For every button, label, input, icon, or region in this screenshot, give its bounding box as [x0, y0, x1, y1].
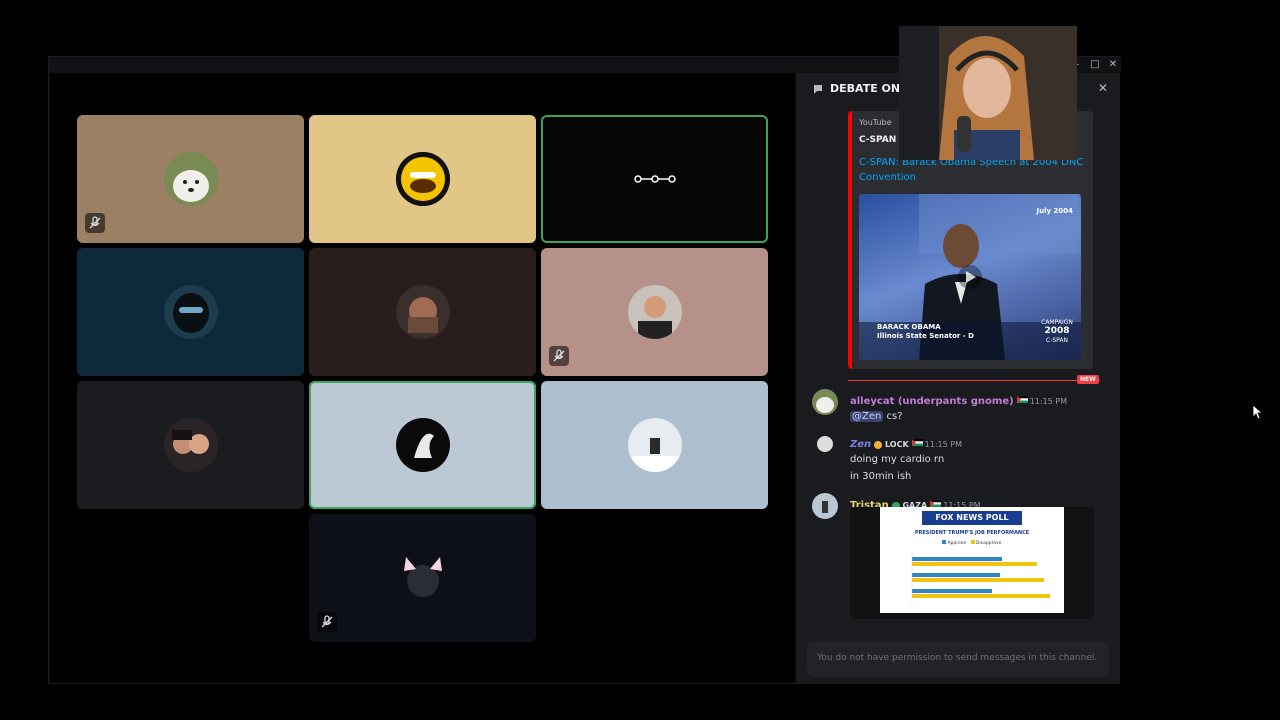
- avatar: [164, 285, 218, 339]
- avatar: [628, 418, 682, 472]
- avatar: [164, 418, 218, 472]
- embed-author[interactable]: C-SPAN: [859, 135, 896, 145]
- message-line: cs?: [886, 411, 903, 422]
- fox-news-logo: FOX NEWS POLL: [922, 511, 1022, 525]
- image-attachment[interactable]: FOX NEWS POLL PRESIDENT TRUMP'S JOB PERF…: [850, 507, 1094, 619]
- video-stage: [50, 73, 795, 683]
- participant-tile[interactable]: [77, 381, 304, 509]
- participant-tile[interactable]: [309, 381, 536, 509]
- legend-disapprove: Disapprove: [976, 541, 1002, 546]
- participant-tile[interactable]: [541, 381, 768, 509]
- photo-avatar-icon: [812, 493, 838, 519]
- flag-icon: [911, 439, 923, 446]
- new-messages-divider: [848, 380, 1100, 381]
- mouse-cursor-icon: [1252, 404, 1264, 420]
- participant-tile[interactable]: [309, 514, 536, 642]
- message-time: 11:15 PM: [924, 440, 962, 449]
- participant-tile[interactable]: [541, 248, 768, 376]
- guild-tag: LOCK: [874, 440, 909, 449]
- dog-avatar-icon: [812, 389, 838, 415]
- thumbnail-caption-role: Illinois State Senator - D: [877, 332, 974, 340]
- snow-avatar-icon: [628, 418, 682, 472]
- cspan-logo: CAMPAIGN 2008 C-SPAN: [1039, 318, 1075, 345]
- embed-provider: YouTube: [859, 118, 892, 127]
- message: Zen LOCK 11:15 PM doing my cardio rn in 3…: [850, 432, 962, 485]
- participant-tile[interactable]: [77, 115, 304, 243]
- emoji-icon: [874, 440, 883, 449]
- logo-line: C-SPAN: [1046, 337, 1068, 344]
- maximize-button[interactable]: □: [1089, 59, 1101, 71]
- legend-approve: Approve: [947, 541, 967, 546]
- message-composer: You do not have permission to send messa…: [807, 641, 1109, 677]
- photo-avatar-icon: [628, 285, 682, 339]
- message-author[interactable]: Zen: [850, 439, 871, 450]
- poll-heading: PRESIDENT TRUMP'S JOB PERFORMANCE: [914, 530, 1030, 536]
- thread-icon: [814, 85, 822, 94]
- avatar[interactable]: [812, 432, 838, 458]
- avatar: [396, 418, 450, 472]
- user-mention[interactable]: @Zen: [850, 411, 884, 422]
- art-avatar-icon: [396, 418, 450, 472]
- mic-muted-icon: [317, 612, 337, 632]
- avatar: [628, 152, 682, 206]
- avatar[interactable]: [812, 389, 838, 415]
- anime-avatar-icon: [812, 432, 838, 458]
- guild-tag-label: LOCK: [884, 440, 909, 449]
- photo-avatar-icon: [396, 285, 450, 339]
- poll-bars: [911, 553, 1050, 603]
- logo-line: 2008: [1044, 326, 1070, 336]
- composer-placeholder: You do not have permission to send messa…: [817, 653, 1098, 663]
- smiley-avatar-icon: [396, 152, 450, 206]
- avatar: [164, 152, 218, 206]
- poll-image: FOX NEWS POLL PRESIDENT TRUMP'S JOB PERF…: [880, 507, 1064, 613]
- message-line: in 30min ish: [850, 471, 912, 482]
- helmet-avatar-icon: [164, 285, 218, 339]
- avatar: [396, 285, 450, 339]
- avatar: [396, 152, 450, 206]
- close-chat-icon[interactable]: ✕: [1098, 81, 1108, 95]
- chat-panel: DEBATE ONLY ✕ YouTube C-SPAN C-SPAN: Bar…: [796, 73, 1120, 683]
- participant-tile[interactable]: [541, 115, 768, 243]
- mic-muted-icon: [85, 213, 105, 233]
- poll-legend: Approve Disapprove: [942, 540, 1002, 546]
- connecting-icon: [634, 175, 676, 183]
- thumbnail-caption-name: BARACK OBAMA: [877, 323, 941, 331]
- avatar: [628, 285, 682, 339]
- cat-ears-avatar-icon: [396, 551, 450, 605]
- message-body: @Zen cs?: [850, 408, 1067, 425]
- flag-icon: [1016, 396, 1028, 403]
- message-author[interactable]: alleycat (underpants gnome): [850, 396, 1014, 407]
- participant-tile[interactable]: [77, 248, 304, 376]
- video-thumbnail[interactable]: July 2004 BARACK OBAMA Illinois State Se…: [859, 194, 1081, 360]
- close-window-button[interactable]: ✕: [1107, 59, 1119, 71]
- participant-tile[interactable]: [309, 248, 536, 376]
- message-time: 11:15 PM: [1029, 397, 1068, 406]
- message-line: doing my cardio rn: [850, 454, 945, 465]
- dog-avatar-icon: [164, 152, 218, 206]
- avatar: [396, 551, 450, 605]
- message: alleycat (underpants gnome) 11:15 PM @Zen…: [850, 389, 1067, 425]
- new-badge: NEW: [1077, 375, 1099, 384]
- flag-icon: [930, 500, 942, 507]
- webcam-overlay: [899, 26, 1077, 160]
- participant-tile[interactable]: [309, 115, 536, 243]
- streamer-camera-feed: [899, 26, 1077, 160]
- mic-muted-icon: [549, 346, 569, 366]
- thumbnail-date: July 2004: [1036, 207, 1073, 215]
- avatar[interactable]: [812, 493, 838, 519]
- photo-avatar-icon: [164, 418, 218, 472]
